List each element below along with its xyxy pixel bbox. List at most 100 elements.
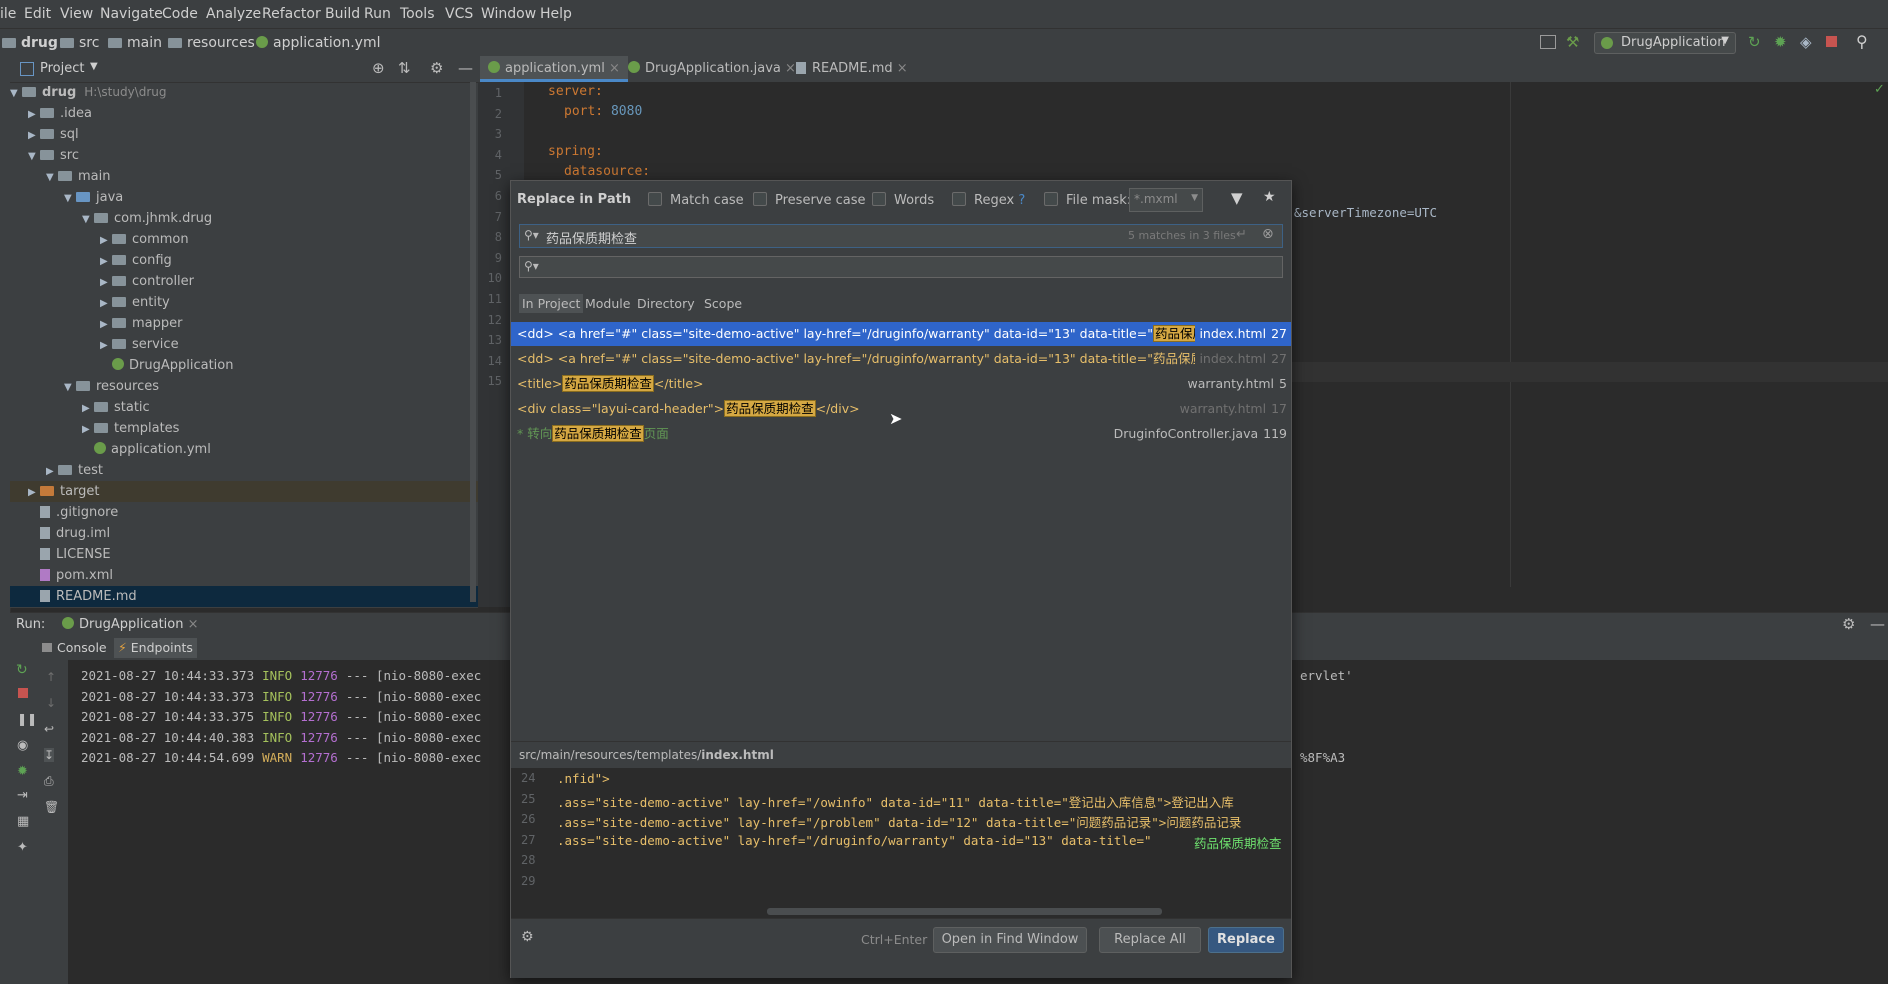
chevron-right-icon[interactable]: ▶ (46, 461, 58, 482)
pin-icon[interactable]: ★ (1263, 189, 1276, 205)
tree-item[interactable]: drug.iml (28, 523, 110, 544)
gear-icon[interactable]: ⚙ (1842, 615, 1855, 633)
exit-icon[interactable]: ⇥ (17, 788, 28, 803)
close-icon[interactable]: × (188, 617, 199, 632)
tree-scrollbar[interactable] (470, 82, 476, 602)
trash-icon[interactable]: 🗑 (44, 800, 59, 814)
debug-bug-icon[interactable]: ✹ (1774, 33, 1787, 51)
tree-item[interactable]: ▶ config (100, 250, 172, 271)
menu-ile[interactable]: ile (0, 6, 16, 22)
search-result-row[interactable]: <title> 药品保质期检查 </title> warranty.html 5 (511, 372, 1291, 396)
menu-window[interactable]: Window (481, 6, 536, 22)
menu-build[interactable]: Build (325, 6, 360, 22)
tree-item[interactable]: ▼ drug H:\study\drug (10, 82, 167, 103)
chevron-down-icon[interactable]: ▼ (10, 83, 22, 104)
menu-navigate[interactable]: Navigate (100, 6, 163, 22)
rerun-icon[interactable]: ↻ (16, 662, 28, 678)
chevron-right-icon[interactable]: ▶ (100, 314, 112, 335)
breadcrumb-file[interactable]: application.yml (256, 35, 381, 51)
scope-module[interactable]: Module (585, 296, 630, 311)
tree-item[interactable]: ▼ com.jhmk.drug (82, 208, 212, 229)
clear-icon[interactable]: ⊗ (1262, 226, 1274, 242)
search-icon[interactable]: ⚲ (1856, 32, 1868, 51)
breadcrumb-main[interactable]: main (108, 35, 162, 51)
pin-icon[interactable]: ✦ (17, 840, 28, 855)
menu-help[interactable]: Help (540, 6, 572, 22)
minimize-icon[interactable]: — (1870, 615, 1885, 633)
tree-item[interactable]: ▶ mapper (100, 313, 182, 334)
chevron-right-icon[interactable]: ▶ (100, 251, 112, 272)
run-config-dropdown[interactable]: DrugApplication ▼ (1594, 32, 1736, 54)
tree-item[interactable]: ▼ main (46, 166, 110, 187)
tree-item[interactable]: ▶ templates (82, 418, 179, 439)
close-icon[interactable]: × (897, 61, 908, 76)
collapse-icon[interactable]: ⇅ (398, 59, 411, 77)
tree-item[interactable]: ▼ src (28, 145, 79, 166)
pause-icon[interactable]: ❚❚ (17, 712, 37, 726)
search-icon[interactable]: ⚲▾ (524, 228, 539, 242)
print-icon[interactable]: ⎙ (44, 774, 54, 789)
run-config-tab[interactable]: DrugApplication × (62, 617, 199, 632)
frame-icon[interactable] (1540, 35, 1556, 49)
filter-icon[interactable]: ▼ (1231, 189, 1243, 207)
chevron-right-icon[interactable]: ▶ (28, 125, 40, 146)
open-in-find-window-button[interactable]: Open in Find Window (933, 927, 1087, 953)
tree-item[interactable]: ▶ .idea (28, 103, 92, 124)
scope-scope[interactable]: Scope (704, 296, 742, 311)
tree-item[interactable]: ▶ sql (28, 124, 79, 145)
chevron-right-icon[interactable]: ▶ (100, 272, 112, 293)
scroll-to-end-icon[interactable]: ↧ (44, 748, 55, 762)
minimize-icon[interactable]: — (458, 59, 473, 77)
menu-refactor[interactable]: Refactor (262, 6, 321, 22)
chevron-right-icon[interactable]: ▶ (100, 230, 112, 251)
tab-console[interactable]: Console (42, 640, 107, 655)
tab-drugapplication-java[interactable]: DrugApplication.java × (620, 56, 804, 82)
tree-item[interactable]: ▼ resources (64, 376, 159, 397)
gear-icon[interactable]: ⚙ (521, 929, 534, 945)
chevron-down-icon[interactable]: ▼ (90, 61, 98, 72)
chevron-down-icon[interactable]: ▼ (82, 209, 94, 230)
chevron-down-icon[interactable]: ▼ (64, 377, 76, 398)
replace-all-button[interactable]: Replace All (1099, 927, 1201, 953)
menu-tools[interactable]: Tools (400, 6, 435, 22)
tree-item[interactable]: ▶ controller (100, 271, 194, 292)
menu-view[interactable]: View (60, 6, 93, 22)
chevron-right-icon[interactable]: ▶ (82, 419, 94, 440)
chevron-down-icon[interactable]: ▼ (28, 146, 40, 167)
search-icon[interactable]: ⚲▾ (524, 259, 539, 273)
match-case-checkbox[interactable]: Match case (648, 192, 744, 208)
soft-wrap-icon[interactable]: ↩ (44, 722, 54, 736)
tree-item[interactable]: application.yml (82, 439, 211, 460)
rerun-icon[interactable]: ↻ (1748, 33, 1761, 51)
file-mask-dropdown[interactable]: *.mxml ▼ (1129, 188, 1203, 212)
tree-item[interactable]: README.md (10, 586, 494, 607)
search-result-row[interactable]: <dd> <a href="#" class="site-demo-active… (511, 347, 1291, 371)
tree-item[interactable]: ▶ entity (100, 292, 170, 313)
menu-analyze[interactable]: Analyze (206, 6, 261, 22)
tree-item[interactable]: .gitignore (28, 502, 118, 523)
file-mask-checkbox[interactable]: File mask: (1044, 192, 1131, 208)
debug-bug-icon[interactable]: ✹ (17, 764, 28, 779)
menu-code[interactable]: Code (162, 6, 198, 22)
stop-icon[interactable] (18, 688, 28, 698)
replace-button[interactable]: Replace (1208, 927, 1284, 953)
close-icon[interactable]: × (609, 61, 620, 76)
chevron-right-icon[interactable]: ▶ (28, 482, 40, 503)
tree-item[interactable]: ▶ test (46, 460, 103, 481)
regex-checkbox[interactable]: Regex ? (952, 192, 1025, 208)
project-panel-title[interactable]: Project (40, 61, 84, 76)
gear-icon[interactable]: ⚙ (430, 59, 443, 77)
chevron-right-icon[interactable]: ▶ (100, 335, 112, 356)
breadcrumb-resources[interactable]: resources (168, 35, 255, 51)
search-result-row[interactable]: <dd> <a href="#" class="site-demo-active… (511, 322, 1291, 346)
tree-item[interactable]: DrugApplication (100, 355, 233, 376)
menu-edit[interactable]: Edit (24, 6, 51, 22)
camera-icon[interactable]: ◉ (17, 738, 28, 753)
coverage-icon[interactable]: ◈ (1800, 33, 1812, 51)
tree-item[interactable]: pom.xml (28, 565, 113, 586)
arrow-up-icon[interactable]: ↑ (46, 670, 56, 684)
chevron-right-icon[interactable]: ▶ (82, 398, 94, 419)
locate-icon[interactable]: ⊕ (372, 59, 385, 77)
stop-icon[interactable] (1826, 36, 1837, 47)
tree-item[interactable]: ▶ target (10, 481, 494, 502)
